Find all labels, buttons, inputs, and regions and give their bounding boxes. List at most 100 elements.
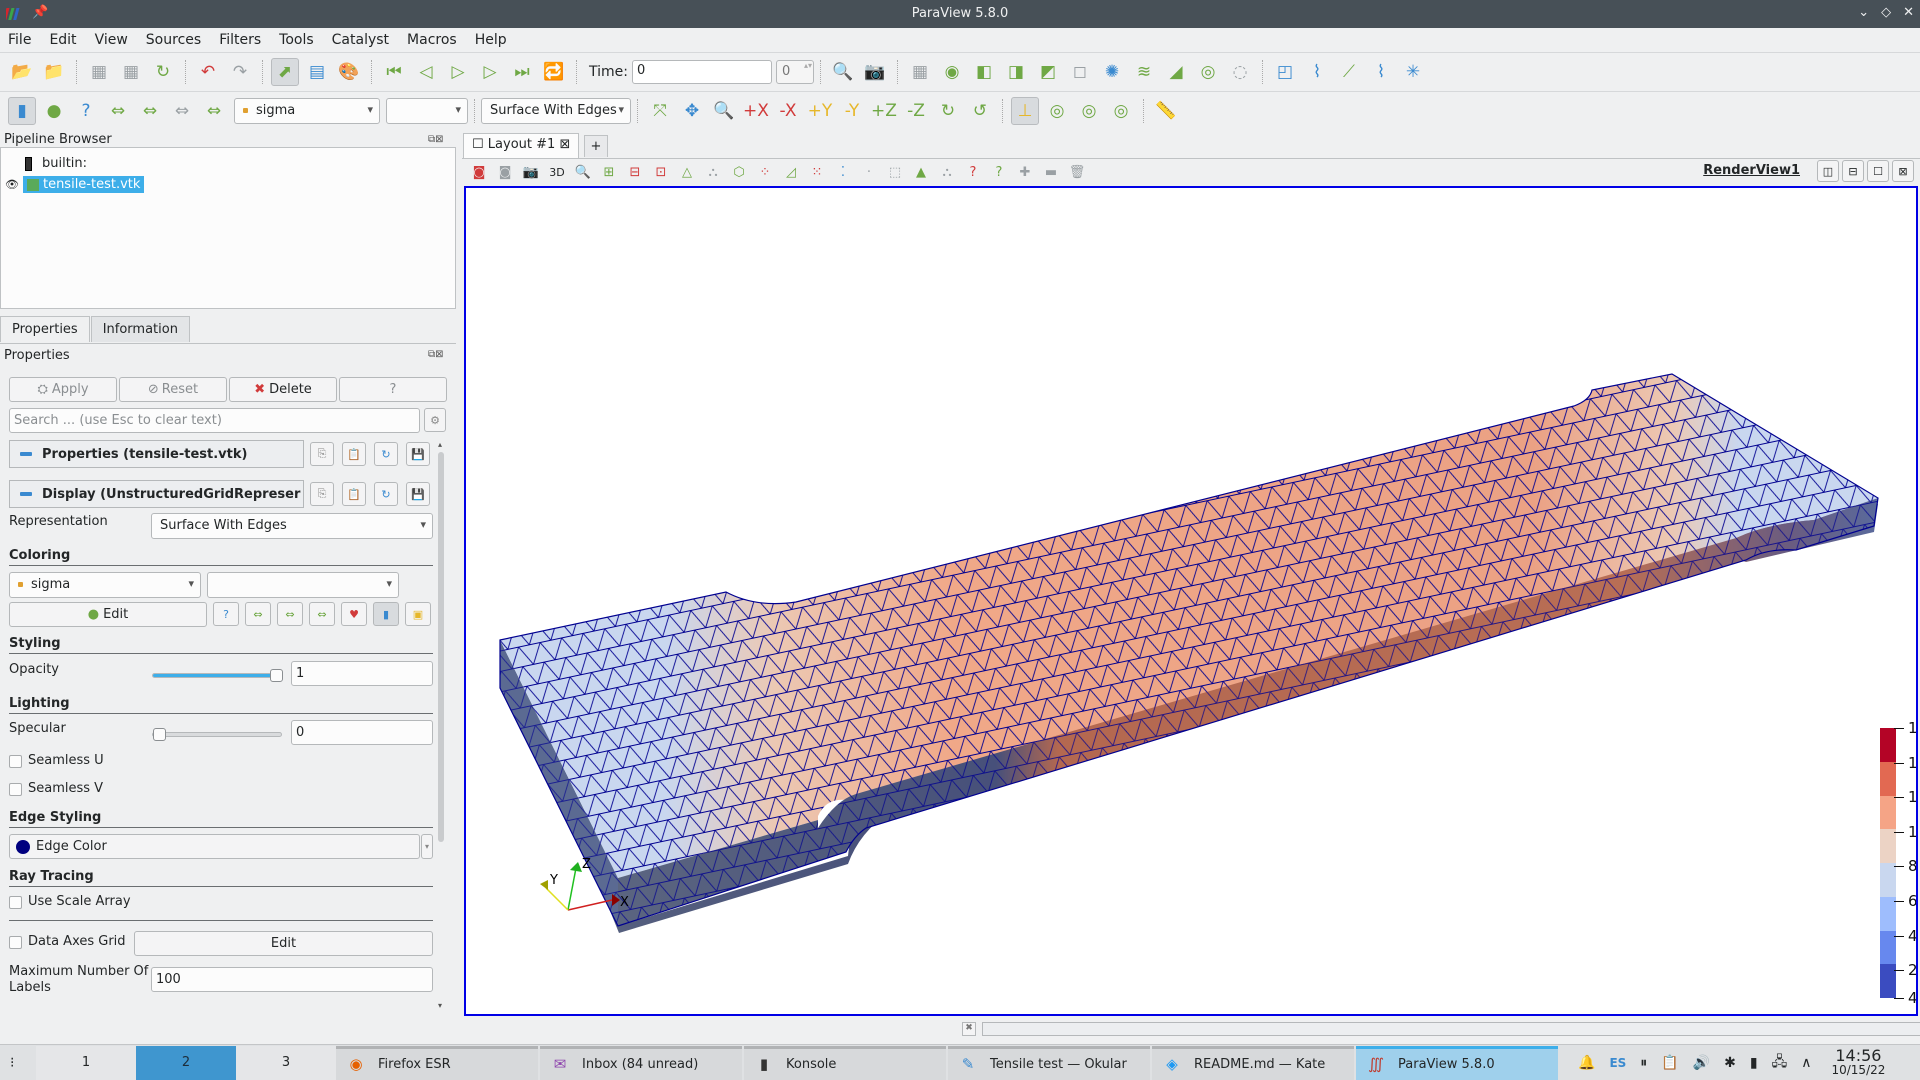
notifications-icon[interactable]: 🔔: [1578, 1055, 1595, 1071]
menu-help[interactable]: Help: [475, 32, 507, 48]
minimize-button[interactable]: ⌄: [1858, 5, 1869, 20]
close-button[interactable]: ✕: [1903, 5, 1914, 20]
coloring-array-select[interactable]: sigma: [9, 572, 201, 598]
apply-button[interactable]: ⛭ Apply: [9, 377, 117, 402]
group-datasets-icon[interactable]: ◎: [1194, 58, 1222, 86]
copy-properties-icon[interactable]: ⎘: [310, 442, 334, 466]
specular-slider-handle[interactable]: [153, 728, 166, 741]
add-selection-icon[interactable]: ✚: [1014, 162, 1036, 184]
save-display-defaults-icon[interactable]: 💾: [406, 482, 430, 506]
delete-selection-icon[interactable]: 🗑: [1066, 162, 1088, 184]
reset-session-icon[interactable]: ↻: [149, 58, 177, 86]
tab-information[interactable]: Information: [90, 316, 190, 342]
edge-color-menu-icon[interactable]: ▾: [421, 834, 433, 859]
select-cells-icon[interactable]: ⊞: [598, 162, 620, 184]
extract-subset-icon[interactable]: ◻: [1066, 58, 1094, 86]
menu-tools[interactable]: Tools: [279, 32, 314, 48]
help-button[interactable]: ?: [339, 377, 447, 402]
set-view-minus-z-icon[interactable]: -Z: [902, 97, 930, 125]
open-file-icon[interactable]: 📂: [8, 58, 36, 86]
set-view-minus-x-icon[interactable]: -X: [774, 97, 802, 125]
disconnect-server-icon[interactable]: ▦: [117, 58, 145, 86]
redo-icon[interactable]: ↷: [226, 58, 254, 86]
point-labels-icon[interactable]: ⛬: [936, 162, 958, 184]
paste-properties-icon[interactable]: 📋: [342, 442, 366, 466]
select-polygon-icon[interactable]: ◿: [780, 162, 802, 184]
data-axes-grid-edit-button[interactable]: Edit: [134, 931, 433, 956]
network-icon[interactable]: 🖧: [1772, 1051, 1788, 1075]
opacity-slider-handle[interactable]: [270, 669, 283, 682]
advanced-properties-gear-icon[interactable]: ⚙: [424, 408, 446, 432]
close-view-icon[interactable]: ⊠: [1892, 160, 1914, 182]
cell-labels-icon[interactable]: ▲: [910, 162, 932, 184]
reset-center-icon[interactable]: ◎: [1075, 97, 1103, 125]
select-points-through-icon[interactable]: ⛬: [702, 162, 724, 184]
restore-defaults-icon[interactable]: ↻: [374, 442, 398, 466]
reset-button[interactable]: ⊘ Reset: [119, 377, 227, 402]
subtract-selection-icon[interactable]: ▬: [1040, 162, 1062, 184]
clear-selection-icon[interactable]: ⬚: [884, 162, 906, 184]
favorites-icon[interactable]: ♥: [341, 602, 367, 626]
last-frame-icon[interactable]: ⏭: [508, 58, 536, 86]
find-data-icon[interactable]: 🔍: [829, 58, 857, 86]
set-view-plus-y-icon[interactable]: +Y: [806, 97, 834, 125]
plot-selection-over-time-icon[interactable]: ⌇: [1303, 58, 1331, 86]
pick-center-icon[interactable]: ◎: [1107, 97, 1135, 125]
max-labels-input[interactable]: 100: [151, 967, 433, 992]
menu-filters[interactable]: Filters: [219, 32, 261, 48]
app-launcher-icon[interactable]: ⁝: [10, 1055, 14, 1071]
task-firefox[interactable]: ◉ Firefox ESR: [336, 1045, 538, 1080]
zoom-to-box-icon[interactable]: 🔍: [710, 97, 738, 125]
toggle-3d-button[interactable]: 3D: [546, 162, 568, 184]
tooltip-cells-icon[interactable]: ?: [962, 162, 984, 184]
coloring-component-select[interactable]: [207, 572, 399, 598]
edit-colormap-button[interactable]: ● Edit: [9, 602, 207, 627]
interactive-select-icon[interactable]: ⁙: [806, 162, 828, 184]
component-dropdown[interactable]: [386, 97, 468, 124]
choose-preset-icon[interactable]: ?: [213, 602, 239, 626]
warp-by-vector-icon[interactable]: ◢: [1162, 58, 1190, 86]
time-input[interactable]: 0: [631, 59, 772, 84]
set-view-minus-y-icon[interactable]: -Y: [838, 97, 866, 125]
first-frame-icon[interactable]: ⏮: [380, 58, 408, 86]
desktop-2[interactable]: 2: [136, 1045, 236, 1080]
threshold-icon[interactable]: ◩: [1034, 58, 1062, 86]
seamless-u-checkbox[interactable]: [9, 755, 22, 768]
properties-search-input[interactable]: Search ... (use Esc to clear text): [9, 408, 420, 433]
rescale-visible-range-icon[interactable]: ⇔: [200, 97, 228, 125]
paste-display-icon[interactable]: 📋: [342, 482, 366, 506]
plot-data-over-time-icon[interactable]: ⌇: [1367, 58, 1395, 86]
scroll-up-icon[interactable]: ▴: [438, 440, 442, 449]
render-view-3d[interactable]: X Z Y sigma 1.6e+02140120100806040204.0e…: [464, 186, 1918, 1016]
use-scale-array-checkbox[interactable]: [9, 896, 22, 909]
menu-view[interactable]: View: [95, 32, 128, 48]
auto-apply-icon[interactable]: ⬈: [271, 57, 299, 86]
separate-color-map-icon[interactable]: ▣: [405, 602, 431, 626]
rotate-plus-90-icon[interactable]: ↻: [934, 97, 962, 125]
menu-catalyst[interactable]: Catalyst: [332, 32, 389, 48]
camera-redo-icon[interactable]: ◙: [494, 162, 516, 184]
play-icon[interactable]: ▷: [444, 58, 472, 86]
menu-file[interactable]: File: [8, 32, 31, 48]
visibility-eye-icon[interactable]: 👁: [5, 178, 19, 191]
task-paraview[interactable]: ∭ ParaView 5.8.0: [1356, 1045, 1558, 1080]
save-defaults-icon[interactable]: 💾: [406, 442, 430, 466]
reset-camera-icon[interactable]: ⤧: [646, 97, 674, 125]
grow-selection-icon[interactable]: ⊡: [650, 162, 672, 184]
edge-color-button[interactable]: Edge Color: [9, 834, 420, 859]
hover-points-icon[interactable]: ⁚: [832, 162, 854, 184]
3d-glyphs-icon[interactable]: ✳: [1399, 58, 1427, 86]
pipeline-item-tensile-test[interactable]: 👁 tensile-test.vtk: [5, 176, 145, 193]
layout-tab[interactable]: ☐ Layout #1 ⊠: [463, 133, 580, 158]
rescale-temporal-range-icon[interactable]: ⇔: [168, 97, 196, 125]
split-horizontal-icon[interactable]: ◫: [1817, 160, 1839, 182]
seamless-v-checkbox[interactable]: [9, 783, 22, 796]
menu-sources[interactable]: Sources: [146, 32, 201, 48]
extract-selection-icon[interactable]: ◰: [1271, 58, 1299, 86]
split-vertical-icon[interactable]: ⊟: [1842, 160, 1864, 182]
battery-icon[interactable]: ▮: [1750, 1055, 1758, 1071]
task-konsole[interactable]: ▮ Konsole: [744, 1045, 946, 1080]
data-axes-grid-checkbox[interactable]: [9, 936, 22, 949]
rotate-minus-90-icon[interactable]: ↺: [966, 97, 994, 125]
specular-input[interactable]: 0: [291, 720, 433, 745]
